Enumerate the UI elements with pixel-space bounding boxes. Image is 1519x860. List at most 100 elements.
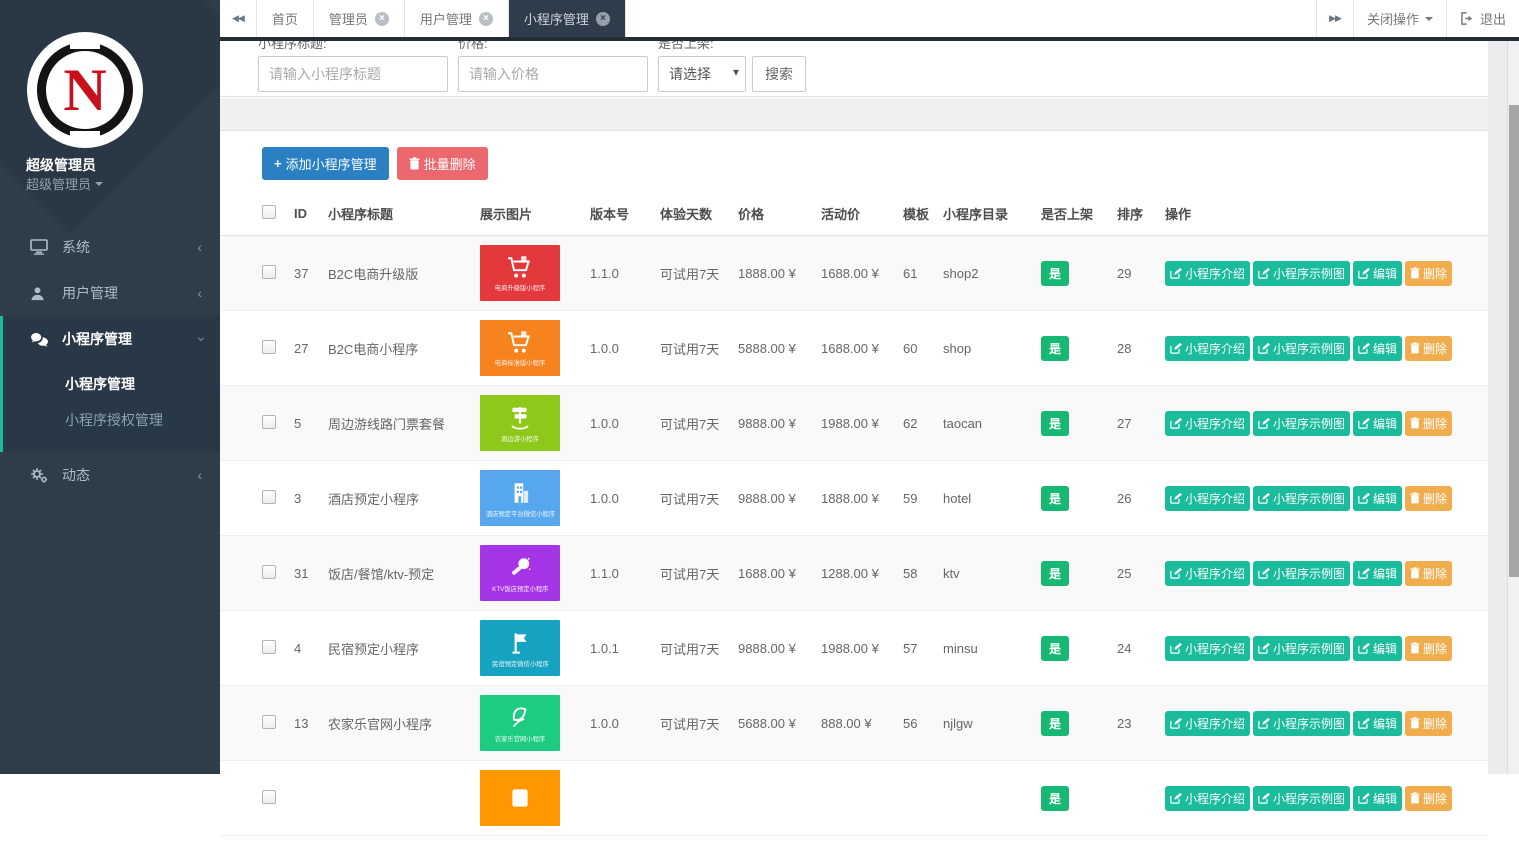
table-row: 是 小程序介绍 小程序示例图 编辑 删除 <box>220 761 1488 836</box>
display-image[interactable] <box>480 770 560 826</box>
edit-button[interactable]: 编辑 <box>1353 336 1402 361</box>
close-operations-dropdown[interactable]: 关闭操作 <box>1353 0 1446 37</box>
intro-button[interactable]: 小程序介绍 <box>1165 261 1250 286</box>
table-panel: +添加小程序管理 批量删除 ID 小程序标题 展示图片 版本号 体验天数 价格 … <box>220 130 1488 860</box>
row-sort: 23 <box>1117 716 1165 731</box>
delete-button[interactable]: 删除 <box>1405 711 1452 736</box>
select-all-checkbox[interactable] <box>262 205 276 219</box>
on-shelf-badge: 是 <box>1041 411 1069 436</box>
example-image-button[interactable]: 小程序示例图 <box>1253 411 1350 436</box>
sidebar-menu: 系统 ‹ 用户管理 ‹ 小程序管理 ‹ 小程序管理 小程序授权管理 动态 ‹ <box>0 224 220 498</box>
vertical-scrollbar[interactable] <box>1507 41 1519 774</box>
sidebar-item-system[interactable]: 系统 ‹ <box>0 224 220 270</box>
intro-button[interactable]: 小程序介绍 <box>1165 786 1250 811</box>
example-image-button[interactable]: 小程序示例图 <box>1253 561 1350 586</box>
row-checkbox[interactable] <box>262 565 276 579</box>
close-icon[interactable]: × <box>596 12 610 26</box>
tab-miniprogram-manage[interactable]: 小程序管理× <box>509 0 626 37</box>
delete-button[interactable]: 删除 <box>1405 561 1452 586</box>
user-icon <box>30 286 48 301</box>
edit-button[interactable]: 编辑 <box>1353 411 1402 436</box>
row-sort: 25 <box>1117 566 1165 581</box>
sidebar-item-dynamic[interactable]: 动态 ‹ <box>0 452 220 498</box>
row-title: B2C电商小程序 <box>328 339 480 358</box>
row-directory: hotel <box>943 491 1041 506</box>
sidebar-item-miniprogram[interactable]: 小程序管理 ‹ <box>3 316 220 362</box>
row-directory: taocan <box>943 416 1041 431</box>
intro-button[interactable]: 小程序介绍 <box>1165 711 1250 736</box>
scrollbar-thumb[interactable] <box>1509 105 1519 577</box>
row-checkbox[interactable] <box>262 640 276 654</box>
delete-button[interactable]: 删除 <box>1405 786 1452 811</box>
miniprogram-title-input[interactable] <box>258 56 448 92</box>
table-body: 37 B2C电商升级版 电商升级版小程序 1.1.0 可试用7天 1888.00… <box>220 236 1488 836</box>
row-directory: ktv <box>943 566 1041 581</box>
close-icon[interactable]: × <box>479 12 493 26</box>
display-image[interactable]: 民宿预定微信小程序 <box>480 620 560 676</box>
example-image-button[interactable]: 小程序示例图 <box>1253 636 1350 661</box>
collapse-tabs-right-button[interactable]: ▶▶ <box>1316 0 1353 37</box>
display-image[interactable]: 农家乐官网小程序 <box>480 695 560 751</box>
edit-button[interactable]: 编辑 <box>1353 636 1402 661</box>
sidebar-subitem-miniprogram-auth[interactable]: 小程序授权管理 <box>3 402 220 438</box>
col-sort: 排序 <box>1117 204 1165 223</box>
row-activity-price: 888.00 ¥ <box>821 716 903 731</box>
row-checkbox[interactable] <box>262 415 276 429</box>
delete-button[interactable]: 删除 <box>1405 261 1452 286</box>
row-checkbox[interactable] <box>262 715 276 729</box>
row-version: 1.0.0 <box>590 341 660 356</box>
row-checkbox[interactable] <box>262 490 276 504</box>
row-directory: shop <box>943 341 1041 356</box>
display-image[interactable]: 酒店预定平台微信小程序 <box>480 470 560 526</box>
logout-button[interactable]: 退出 <box>1446 0 1519 37</box>
row-activity-price: 1688.00 ¥ <box>821 341 903 356</box>
tab-admin[interactable]: 管理员× <box>314 0 405 37</box>
example-image-button[interactable]: 小程序示例图 <box>1253 786 1350 811</box>
tab-home[interactable]: 首页 <box>257 0 314 37</box>
intro-button[interactable]: 小程序介绍 <box>1165 411 1250 436</box>
display-image[interactable]: KTV饭店预定小程序 <box>480 545 560 601</box>
row-checkbox[interactable] <box>262 790 276 804</box>
example-image-button[interactable]: 小程序示例图 <box>1253 486 1350 511</box>
edit-button[interactable]: 编辑 <box>1353 561 1402 586</box>
intro-button[interactable]: 小程序介绍 <box>1165 486 1250 511</box>
row-checkbox[interactable] <box>262 265 276 279</box>
col-trial: 体验天数 <box>660 204 738 223</box>
intro-button[interactable]: 小程序介绍 <box>1165 336 1250 361</box>
edit-button[interactable]: 编辑 <box>1353 786 1402 811</box>
search-button[interactable]: 搜索 <box>752 56 806 92</box>
example-image-button[interactable]: 小程序示例图 <box>1253 336 1350 361</box>
delete-button[interactable]: 删除 <box>1405 411 1452 436</box>
close-icon[interactable]: × <box>375 12 389 26</box>
example-image-button[interactable]: 小程序示例图 <box>1253 261 1350 286</box>
edit-button[interactable]: 编辑 <box>1353 486 1402 511</box>
edit-button[interactable]: 编辑 <box>1353 711 1402 736</box>
delete-button[interactable]: 删除 <box>1405 636 1452 661</box>
delete-button[interactable]: 删除 <box>1405 336 1452 361</box>
display-image[interactable]: 电商标准版小程序 <box>480 320 560 376</box>
collapse-tabs-left-button[interactable]: ◀◀ <box>220 0 257 37</box>
sidebar-subitem-miniprogram-manage[interactable]: 小程序管理 <box>3 366 220 402</box>
price-input[interactable] <box>458 56 648 92</box>
user-role-dropdown[interactable]: 超级管理员 <box>26 174 103 193</box>
row-title: 农家乐官网小程序 <box>328 714 480 733</box>
table-toolbar: +添加小程序管理 批量删除 <box>220 131 1488 192</box>
intro-button[interactable]: 小程序介绍 <box>1165 561 1250 586</box>
row-checkbox[interactable] <box>262 340 276 354</box>
row-price: 9888.00 ¥ <box>738 491 821 506</box>
row-price: 5688.00 ¥ <box>738 716 821 731</box>
batch-delete-button[interactable]: 批量删除 <box>397 147 488 180</box>
tab-user-manage[interactable]: 用户管理× <box>405 0 509 37</box>
col-template: 模板 <box>903 204 943 223</box>
display-image[interactable]: 电商升级版小程序 <box>480 245 560 301</box>
add-miniprogram-button[interactable]: +添加小程序管理 <box>262 147 389 180</box>
delete-button[interactable]: 删除 <box>1405 486 1452 511</box>
shelf-select[interactable]: 请选择 <box>658 56 746 92</box>
intro-button[interactable]: 小程序介绍 <box>1165 636 1250 661</box>
edit-button[interactable]: 编辑 <box>1353 261 1402 286</box>
chevron-left-icon: ‹ <box>197 285 202 301</box>
row-id: 27 <box>294 341 328 356</box>
sidebar-item-users[interactable]: 用户管理 ‹ <box>0 270 220 316</box>
display-image[interactable]: 周边游小程序 <box>480 395 560 451</box>
example-image-button[interactable]: 小程序示例图 <box>1253 711 1350 736</box>
